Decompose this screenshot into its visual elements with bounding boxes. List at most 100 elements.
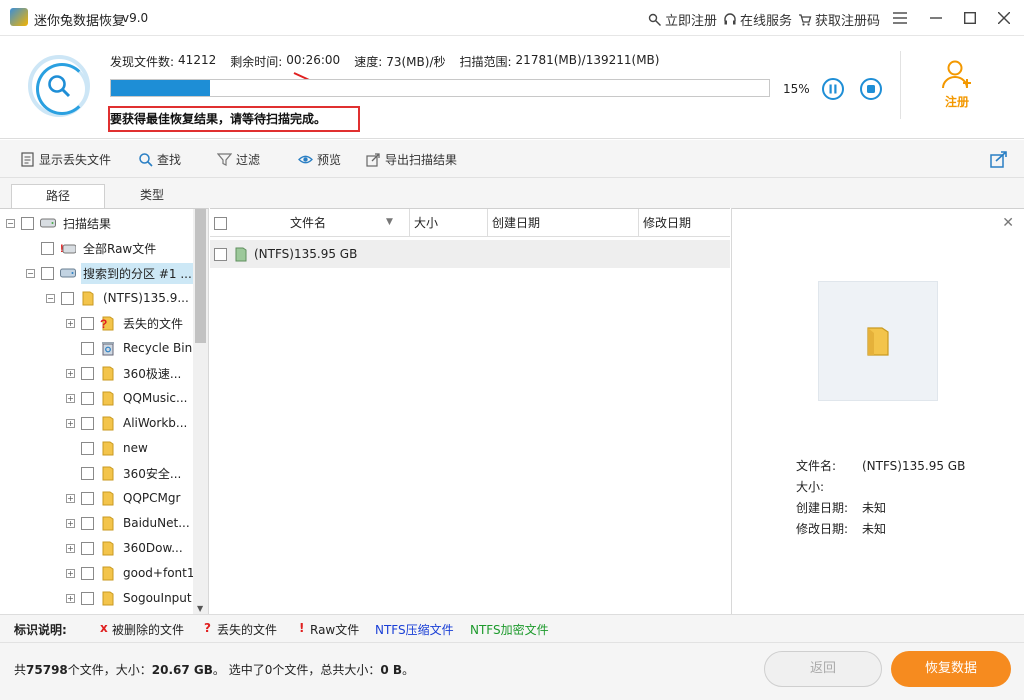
checkbox[interactable] xyxy=(81,466,94,480)
expand-icon[interactable]: + xyxy=(66,518,75,528)
drive-icon xyxy=(40,215,56,231)
deleted-mark-icon: x xyxy=(100,621,108,635)
tree-item-folder[interactable]: new xyxy=(66,437,150,459)
partition-icon xyxy=(60,265,76,281)
tab-type[interactable]: 类型 xyxy=(105,184,199,208)
raw-drive-icon: ! xyxy=(60,240,76,256)
expand-icon[interactable]: + xyxy=(66,593,75,603)
checkbox[interactable] xyxy=(41,266,54,280)
app-version: v9.0 xyxy=(122,11,149,25)
expand-icon[interactable]: + xyxy=(66,568,75,578)
checkbox[interactable] xyxy=(81,416,94,430)
tree-item-folder[interactable]: + 360Dow... xyxy=(66,537,185,559)
minimize-button[interactable] xyxy=(924,6,948,30)
headset-icon xyxy=(724,12,736,24)
expand-icon[interactable]: + xyxy=(66,493,75,503)
selected-size: 0 B xyxy=(380,663,403,677)
volume-icon xyxy=(233,246,249,262)
expand-icon[interactable]: + xyxy=(66,543,75,553)
tree-scrollbar[interactable]: ▼ xyxy=(193,209,208,614)
legend-raw: Raw文件 xyxy=(310,623,360,637)
total-size: 20.67 GB xyxy=(151,663,213,677)
stop-button[interactable] xyxy=(860,78,882,100)
tree-item-scan-results[interactable]: − 扫描结果 xyxy=(6,212,113,234)
checkbox[interactable] xyxy=(61,291,74,305)
checkbox[interactable] xyxy=(81,391,94,405)
checkbox[interactable] xyxy=(81,341,94,355)
column-size[interactable]: 大小 xyxy=(410,209,488,237)
get-code-link[interactable]: 获取注册码 xyxy=(798,10,880,29)
app-title: 迷你兔数据恢复 xyxy=(34,14,126,29)
collapse-icon[interactable]: − xyxy=(46,293,55,303)
column-filename[interactable]: 文件名 ▼ xyxy=(210,209,410,237)
legend-lost: 丢失的文件 xyxy=(217,623,278,637)
checkbox[interactable] xyxy=(41,241,54,255)
expand-icon[interactable]: + xyxy=(66,318,75,328)
tree-item-lost-files[interactable]: + ? 丢失的文件 xyxy=(66,312,185,334)
expand-icon[interactable]: + xyxy=(66,368,75,378)
tree-item-ntfs-volume[interactable]: − (NTFS)135.9... xyxy=(46,287,191,309)
close-preview-icon[interactable]: ✕ xyxy=(1002,215,1014,231)
preview-panel: ✕ 文件名: (NTFS)135.95 GB 大小: 创建日期: 未知 修改日期: 未… xyxy=(731,208,1024,614)
remaining-time: 00:26:00 xyxy=(286,53,341,67)
tree-item-folder[interactable]: + QQPCMgr xyxy=(66,487,182,509)
pause-button[interactable] xyxy=(822,78,844,100)
checkbox[interactable] xyxy=(81,566,94,580)
register-button[interactable]: 注册 xyxy=(930,57,984,110)
tree-item-folder[interactable]: + 360极速... xyxy=(66,362,183,384)
menu-button[interactable] xyxy=(888,6,912,30)
recover-data-button[interactable]: 恢复数据 xyxy=(891,651,1011,687)
tree-item-recycle-bin[interactable]: Recycle Bin xyxy=(66,337,194,359)
checkbox[interactable] xyxy=(81,366,94,380)
find-button[interactable]: 查找 xyxy=(138,151,181,168)
checkbox[interactable] xyxy=(21,216,34,230)
export-icon xyxy=(366,153,380,167)
export-scan-results-button[interactable]: 导出扫描结果 xyxy=(366,151,457,168)
file-list-header: 文件名 ▼ 大小 创建日期 修改日期 xyxy=(210,209,730,237)
eye-icon xyxy=(298,155,313,164)
tree-item-folder[interactable]: + QQMusic... xyxy=(66,387,189,409)
tree-item-folder[interactable]: 360安全... xyxy=(66,462,183,484)
scrollbar-thumb[interactable] xyxy=(195,209,206,343)
expand-icon[interactable]: + xyxy=(66,393,75,403)
checkbox[interactable] xyxy=(81,491,94,505)
checkbox[interactable] xyxy=(81,316,94,330)
column-created[interactable]: 创建日期 xyxy=(488,209,639,237)
tab-path[interactable]: 路径 xyxy=(11,184,105,208)
expand-icon[interactable]: + xyxy=(66,418,75,428)
collapse-icon[interactable]: − xyxy=(6,218,15,228)
preview-button[interactable]: 预览 xyxy=(298,151,341,168)
tree-item-folder[interactable]: + good+font1 xyxy=(66,562,196,584)
tree-item-folder[interactable]: + BaiduNet... xyxy=(66,512,192,534)
checkbox[interactable] xyxy=(81,541,94,555)
table-row[interactable]: (NTFS)135.95 GB xyxy=(210,240,730,268)
collapse-icon[interactable]: − xyxy=(26,268,35,278)
select-all-checkbox[interactable] xyxy=(214,217,227,230)
register-now-link[interactable]: 立即注册 xyxy=(648,10,717,29)
maximize-button[interactable] xyxy=(958,6,982,30)
found-count: 41212 xyxy=(178,53,217,67)
checkbox[interactable] xyxy=(81,441,94,455)
share-icon[interactable] xyxy=(990,150,1008,168)
column-modified[interactable]: 修改日期 xyxy=(639,209,730,237)
online-service-link[interactable]: 在线服务 xyxy=(723,10,792,29)
tree-item-folder[interactable]: + SogouInput xyxy=(66,587,194,609)
partition-tree: − 扫描结果 ! 全部Raw文件 − 搜索到的分区 #1 ... − (NTFS… xyxy=(0,208,209,614)
cart-icon xyxy=(799,13,812,26)
close-button[interactable] xyxy=(992,6,1016,30)
checkbox[interactable] xyxy=(81,516,94,530)
scroll-down-arrow-icon[interactable]: ▼ xyxy=(197,604,203,613)
tree-item-partition-1[interactable]: − 搜索到的分区 #1 ... xyxy=(26,262,194,284)
checkbox[interactable] xyxy=(214,247,227,261)
progress-percent: 15% xyxy=(783,82,810,96)
back-button[interactable]: 返回 xyxy=(764,651,882,687)
sort-arrow-icon[interactable]: ▼ xyxy=(386,208,393,236)
tree-item-folder[interactable]: + AliWorkb... xyxy=(66,412,189,434)
preview-modified: 修改日期: 未知 xyxy=(796,522,887,536)
show-lost-files-button[interactable]: 显示丢失文件 xyxy=(20,151,111,168)
checkbox[interactable] xyxy=(81,591,94,605)
legend-bar: 标识说明: x 被删除的文件 ? 丢失的文件 ! Raw文件 NTFS压缩文件 … xyxy=(0,614,1024,642)
folder-icon xyxy=(100,440,116,456)
filter-button[interactable]: 过滤 xyxy=(217,151,260,168)
tree-item-raw-files[interactable]: ! 全部Raw文件 xyxy=(26,237,158,259)
